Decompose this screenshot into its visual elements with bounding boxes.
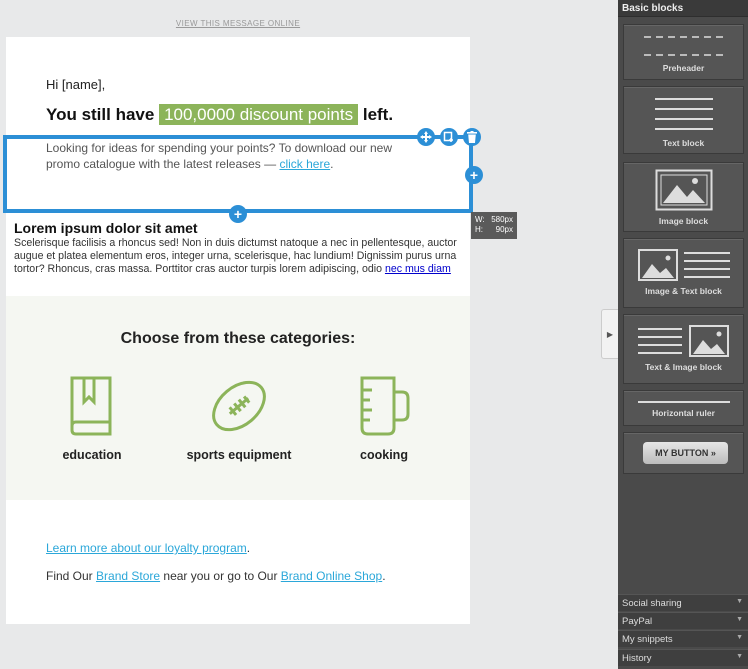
headline-prefix: You still have [46, 105, 155, 124]
category-label: education [62, 448, 122, 462]
chevron-down-icon: ▼ [736, 634, 743, 641]
brand-store-link[interactable]: Brand Store [96, 569, 160, 583]
category-label: sports equipment [186, 448, 292, 462]
category-label: cooking [360, 448, 408, 462]
image-text-block-icon [638, 249, 730, 281]
block-label: Text & Image block [645, 362, 722, 372]
add-right-icon[interactable]: + [465, 166, 483, 184]
store-end: . [382, 569, 386, 583]
basic-blocks-header[interactable]: Basic blocks [618, 0, 748, 17]
loyalty-end: . [246, 541, 251, 555]
blocks-sidebar: Basic blocks Preheader Text block Image … [618, 0, 748, 669]
book-icon [70, 376, 112, 436]
block-label: Preheader [662, 63, 705, 73]
block-dimensions-tooltip: W: 580px H: 90px [471, 212, 517, 239]
block-label: Text block [662, 138, 705, 148]
collapse-sidebar-toggle[interactable]: ▶ [601, 309, 618, 359]
headline: You still have 100,0000 discount points … [46, 104, 394, 125]
section-history[interactable]: History ▼ [618, 649, 748, 666]
section-label: PayPal [622, 616, 653, 627]
promo-text-block[interactable]: Looking for ideas for spending your poin… [46, 140, 426, 172]
category-cooking[interactable]: cooking [314, 374, 454, 462]
promo-text: Looking for ideas for spending your poin… [46, 141, 393, 171]
lorem-body: Scelerisque facilisis a rhoncus sed! Non… [14, 237, 470, 276]
block-label: Horizontal ruler [652, 408, 715, 418]
category-education[interactable]: education [22, 374, 162, 462]
section-social-sharing[interactable]: Social sharing ▼ [618, 594, 748, 611]
category-sports-equipment[interactable]: sports equipment [169, 374, 309, 462]
text-block-icon [655, 98, 713, 130]
section-my-snippets[interactable]: My snippets ▼ [618, 630, 748, 647]
store-line: Find Our Brand Store near you or go to O… [46, 569, 386, 583]
block-text[interactable]: Text block [623, 86, 744, 154]
categories-title: Choose from these categories: [120, 330, 356, 347]
store-middle: near you or go to Our [160, 569, 281, 583]
chevron-down-icon: ▼ [736, 616, 743, 623]
block-button[interactable]: MY BUTTON » [623, 432, 744, 474]
promo-end: . [330, 157, 334, 171]
editor-canvas: VIEW THIS MESSAGE ONLINE Hi [name], You … [0, 0, 618, 669]
trash-icon[interactable] [463, 128, 481, 146]
store-prefix: Find Our [46, 569, 97, 583]
height-label: H: [475, 225, 483, 234]
height-value: 90px [495, 225, 513, 234]
brand-online-shop-link[interactable]: Brand Online Shop [281, 569, 382, 583]
block-text-image[interactable]: Text & Image block [623, 314, 744, 384]
loyalty-line: Learn more about our loyalty program. [46, 541, 250, 555]
headline-suffix: left. [362, 105, 394, 124]
click-here-link[interactable]: click here [279, 157, 330, 171]
block-label: Image block [658, 216, 709, 226]
lorem-link[interactable]: nec mus diam [385, 263, 451, 275]
width-value: 580px [491, 215, 513, 224]
chevron-down-icon: ▼ [736, 598, 743, 605]
football-icon [212, 380, 266, 432]
categories-section: Choose from these categories: education [6, 296, 470, 500]
loyalty-link[interactable]: Learn more about our loyalty program [46, 541, 247, 555]
add-below-icon[interactable]: + [229, 205, 247, 223]
section-paypal[interactable]: PayPal ▼ [618, 612, 748, 629]
preheader-icon [644, 36, 724, 56]
image-block-icon [655, 169, 713, 211]
email-body: Hi [name], You still have 100,0000 disco… [6, 37, 470, 624]
block-horizontal-ruler[interactable]: Horizontal ruler [623, 390, 744, 426]
view-online-link[interactable]: VIEW THIS MESSAGE ONLINE [0, 19, 476, 28]
section-label: History [622, 653, 652, 664]
headline-highlight: 100,0000 discount points [159, 104, 359, 125]
measuring-cup-icon [360, 376, 410, 436]
chevron-right-icon: ▶ [606, 329, 614, 339]
section-label: Social sharing [622, 598, 682, 609]
text-image-block-icon [638, 325, 729, 357]
block-label: Image & Text block [645, 286, 722, 296]
duplicate-icon[interactable] [440, 128, 458, 146]
chevron-down-icon: ▼ [736, 653, 743, 660]
lorem-title: Lorem ipsum dolor sit amet [14, 220, 198, 236]
ruler-icon [638, 401, 730, 403]
width-label: W: [475, 215, 485, 224]
section-label: My snippets [622, 634, 673, 645]
block-image-text[interactable]: Image & Text block [623, 238, 744, 308]
move-icon[interactable] [417, 128, 435, 146]
my-button-preview: MY BUTTON » [643, 442, 728, 464]
greeting: Hi [name], [46, 77, 106, 92]
block-preheader[interactable]: Preheader [623, 24, 744, 80]
block-image[interactable]: Image block [623, 162, 744, 232]
